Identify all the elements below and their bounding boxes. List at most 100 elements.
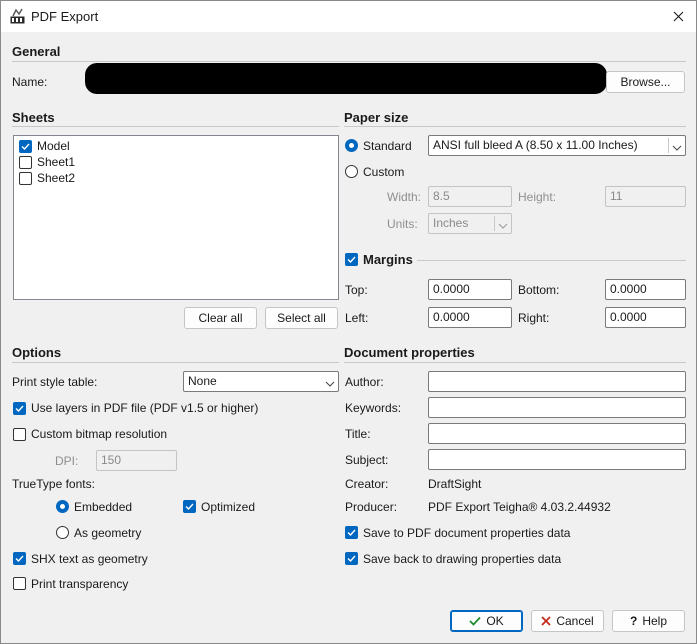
sheet-model-checkbox[interactable] — [19, 140, 32, 153]
margins-heading: Margins — [363, 252, 413, 267]
sheets-list[interactable]: Model Sheet1 Sheet2 — [13, 135, 339, 300]
as-geometry-label: As geometry — [74, 526, 142, 540]
select-all-button[interactable]: Select all — [265, 307, 338, 329]
sheet-label: Model — [37, 139, 70, 153]
right-label: Right: — [518, 311, 550, 325]
options-divider — [12, 362, 339, 363]
sheets-heading: Sheets — [12, 110, 55, 125]
producer-label: Producer: — [345, 500, 398, 514]
as-geometry-radio[interactable] — [56, 526, 69, 539]
save-back-checkbox[interactable] — [345, 552, 358, 565]
optimized-label: Optimized — [201, 500, 256, 514]
creator-value: DraftSight — [428, 477, 482, 491]
print-style-dropdown[interactable]: None — [183, 371, 339, 392]
title-label: Title: — [345, 427, 371, 441]
name-label: Name: — [12, 75, 48, 89]
sheet-label: Sheet1 — [37, 155, 76, 169]
dropdown-separator — [494, 216, 495, 231]
shx-text-label: SHX text as geometry — [31, 552, 148, 566]
custom-radio[interactable] — [345, 165, 358, 178]
print-transparency-label: Print transparency — [31, 577, 129, 591]
units-label: Units: — [387, 217, 418, 231]
name-input[interactable] — [85, 63, 607, 94]
bottom-label: Bottom: — [518, 283, 560, 297]
chevron-down-icon — [498, 219, 508, 229]
author-field[interactable] — [428, 371, 686, 392]
general-heading: General — [12, 44, 61, 59]
cancel-button[interactable]: Cancel — [531, 610, 604, 632]
clear-all-button[interactable]: Clear all — [184, 307, 257, 329]
paper-size-heading: Paper size — [344, 110, 409, 125]
margins-checkbox[interactable] — [345, 253, 358, 266]
close-icon[interactable] — [665, 4, 691, 28]
help-button[interactable]: ? Help — [612, 610, 685, 632]
print-style-value: None — [188, 374, 217, 388]
chevron-down-icon — [672, 141, 682, 151]
left-margin-field[interactable]: 0.0000 — [428, 307, 512, 328]
help-question-icon: ? — [629, 614, 638, 628]
top-label: Top: — [345, 283, 368, 297]
use-layers-label: Use layers in PDF file (PDF v1.5 or high… — [31, 401, 259, 415]
subject-field[interactable] — [428, 449, 686, 470]
standard-radio[interactable] — [345, 139, 358, 152]
chevron-down-icon — [325, 377, 335, 387]
title-field[interactable] — [428, 423, 686, 444]
keywords-field[interactable] — [428, 397, 686, 418]
top-margin-field[interactable]: 0.0000 — [428, 279, 512, 300]
paper-size-divider — [344, 126, 686, 127]
dropdown-separator — [668, 138, 669, 153]
app-icon — [10, 8, 25, 24]
optimized-checkbox[interactable] — [183, 500, 196, 513]
units-dropdown[interactable]: Inches — [428, 213, 512, 234]
embedded-label: Embedded — [74, 500, 133, 514]
custom-label: Custom — [363, 165, 405, 179]
sheet-label: Sheet2 — [37, 171, 76, 185]
standard-size-dropdown[interactable]: ANSI full bleed A (8.50 x 11.00 Inches) — [428, 135, 686, 156]
truetype-label: TrueType fonts: — [12, 477, 95, 491]
cancel-x-icon — [541, 616, 551, 626]
sheet-sheet2-checkbox[interactable] — [19, 172, 32, 185]
pdf-export-dialog: PDF Export General Name: Browse... Sheet… — [0, 0, 697, 644]
dpi-label: DPI: — [55, 454, 79, 468]
custom-bitmap-label: Custom bitmap resolution — [31, 427, 168, 441]
embedded-radio[interactable] — [56, 500, 69, 513]
help-label: Help — [642, 614, 668, 628]
width-label: Width: — [387, 190, 422, 204]
width-field[interactable]: 8.5 — [428, 186, 512, 207]
height-label: Height: — [518, 190, 557, 204]
print-style-label: Print style table: — [12, 375, 98, 389]
cancel-label: Cancel — [556, 614, 594, 628]
browse-button[interactable]: Browse... — [606, 71, 685, 93]
bottom-margin-field[interactable]: 0.0000 — [605, 279, 686, 300]
window-title: PDF Export — [31, 9, 99, 24]
shx-text-checkbox[interactable] — [13, 552, 26, 565]
save-to-pdf-checkbox[interactable] — [345, 526, 358, 539]
use-layers-checkbox[interactable] — [13, 402, 26, 415]
creator-label: Creator: — [345, 477, 389, 491]
dpi-field[interactable]: 150 — [96, 450, 177, 471]
standard-label: Standard — [363, 139, 412, 153]
title-bar: PDF Export — [1, 1, 696, 32]
general-divider — [12, 61, 686, 62]
author-label: Author: — [345, 375, 384, 389]
doc-props-heading: Document properties — [344, 345, 475, 360]
height-field[interactable]: 11 — [605, 186, 686, 207]
subject-label: Subject: — [345, 453, 389, 467]
standard-size-value: ANSI full bleed A (8.50 x 11.00 Inches) — [433, 138, 638, 152]
right-margin-field[interactable]: 0.0000 — [605, 307, 686, 328]
ok-label: OK — [486, 614, 504, 628]
save-back-label: Save back to drawing properties data — [363, 552, 562, 566]
sheets-divider — [12, 126, 339, 127]
custom-bitmap-checkbox[interactable] — [13, 428, 26, 441]
units-value: Inches — [433, 216, 469, 230]
margins-divider — [417, 260, 686, 261]
check-icon — [469, 616, 481, 626]
ok-button[interactable]: OK — [450, 610, 523, 632]
options-heading: Options — [12, 345, 62, 360]
sheet-sheet1-checkbox[interactable] — [19, 156, 32, 169]
save-to-pdf-label: Save to PDF document properties data — [363, 526, 571, 540]
doc-props-divider — [344, 362, 686, 363]
keywords-label: Keywords: — [345, 401, 402, 415]
print-transparency-checkbox[interactable] — [13, 577, 26, 590]
left-label: Left: — [345, 311, 369, 325]
